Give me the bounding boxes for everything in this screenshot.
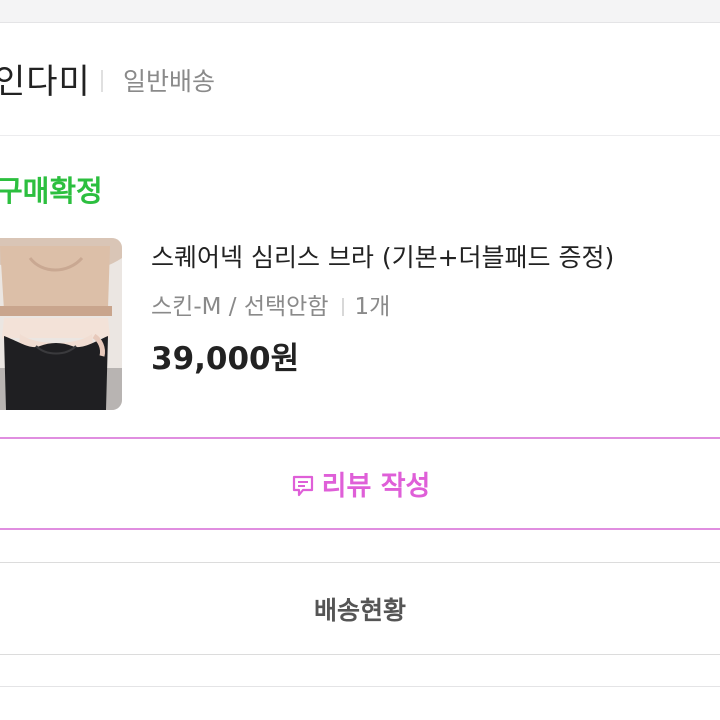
product-quantity: 1개 (354, 294, 391, 320)
product-price: 39,000원 (151, 341, 300, 377)
shipping-type-label: 일반배송 (123, 67, 216, 96)
product-name[interactable]: 스퀘어넥 심리스 브라 (기본+더블패드 증정) (151, 238, 614, 274)
order-status: 구매확정 (0, 174, 103, 208)
write-review-button[interactable]: 리뷰 작성 (0, 437, 720, 530)
delivery-status-label: 배송현황 (313, 595, 406, 625)
divider (101, 70, 103, 92)
delivery-status-button[interactable]: 배송현황 (0, 562, 720, 655)
product-image (0, 238, 122, 410)
divider (0, 686, 720, 687)
product-option-row: 스킨-M / 선택안함 1개 (151, 287, 390, 321)
write-review-label: 리뷰 작성 (321, 471, 431, 502)
product-option: 스킨-M / 선택안함 (151, 294, 329, 320)
divider (342, 298, 345, 316)
product-thumbnail[interactable] (0, 238, 122, 410)
top-separator-band (0, 0, 720, 23)
seller-header (0, 23, 720, 136)
review-chat-icon (292, 475, 313, 496)
seller-name[interactable]: 인다미 (0, 54, 91, 103)
